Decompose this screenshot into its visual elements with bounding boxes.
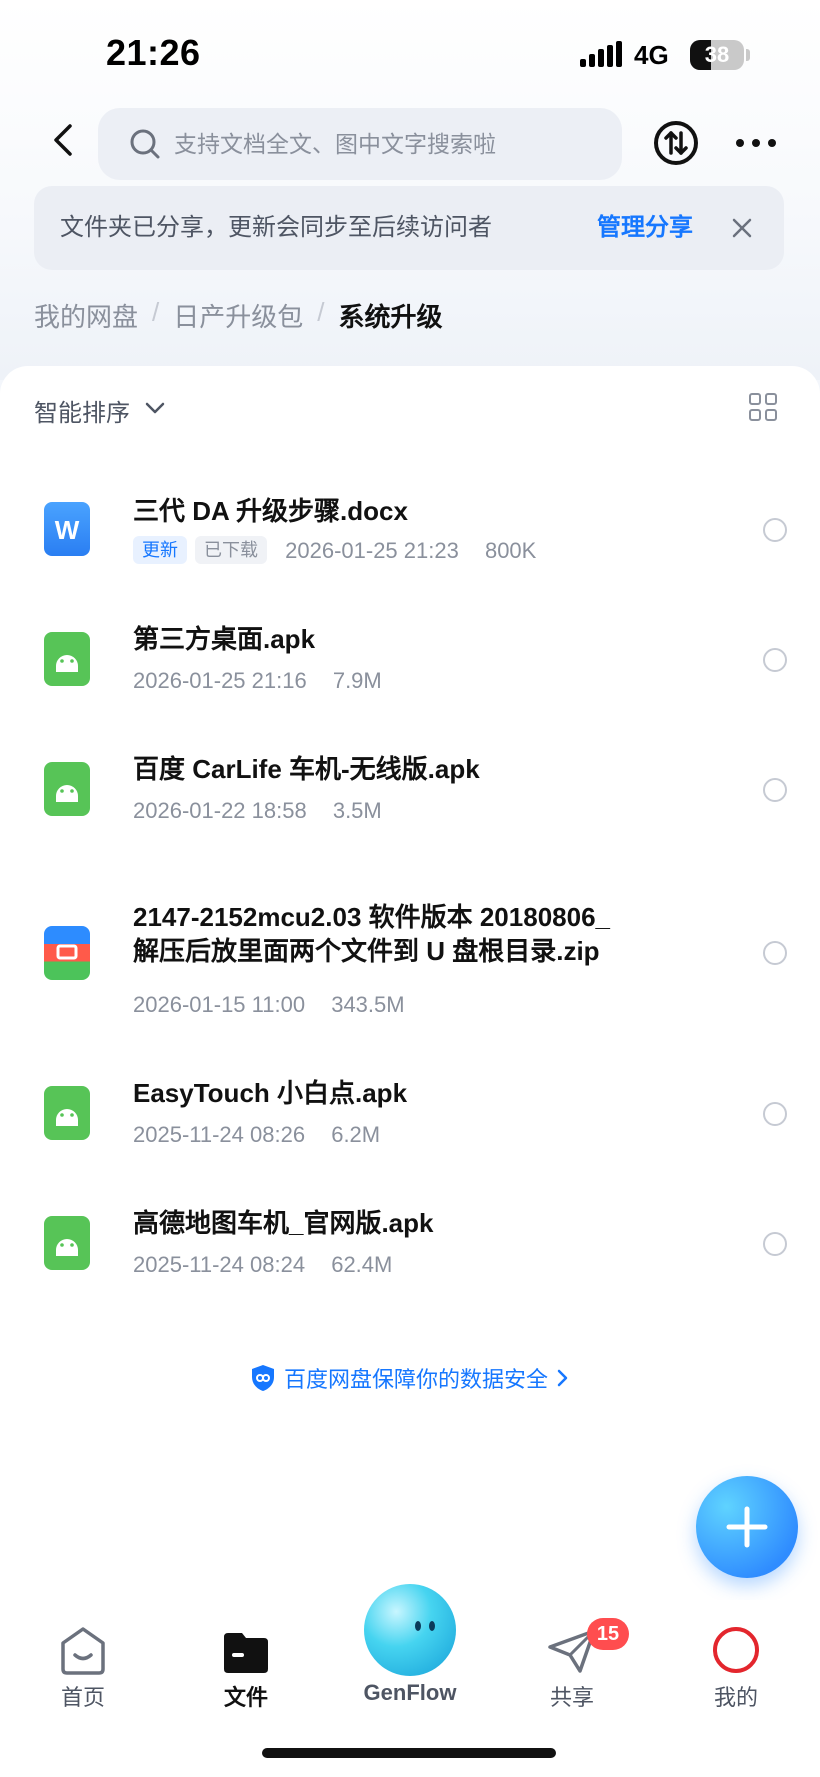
add-button[interactable] [696,1476,798,1578]
more-dot-icon [736,139,744,147]
breadcrumb-separator: / [152,297,160,327]
tab-files[interactable]: 文件 [186,1680,306,1712]
chevron-down-icon[interactable] [144,400,166,416]
share-banner-text: 文件夹已分享，更新会同步至后续访问者 [60,214,492,241]
breadcrumb: 我的网盘 / 日产升级包 / 系统升级 [34,297,443,334]
apk-file-icon [44,1086,90,1140]
more-dot-icon [768,139,776,147]
file-row[interactable]: 2147-2152mcu2.03 软件版本 20180806_ 解压后放里面两个… [0,880,820,1040]
notification-badge: 15 [587,1618,629,1650]
file-name: 高德地图车机_官网版.apk [133,1208,434,1238]
tab-genflow[interactable]: GenFlow [350,1680,470,1706]
file-meta: 更新 已下载 2026-01-25 21:23 800K [133,536,536,564]
select-checkbox[interactable] [763,518,787,542]
file-meta: 2026-01-25 21:16 7.9M [133,668,382,694]
apk-file-icon [44,632,90,686]
network-type: 4G [634,40,669,70]
chevron-right-icon [557,1369,568,1387]
breadcrumb-separator: / [317,297,325,327]
file-size: 343.5M [331,992,405,1017]
file-row[interactable]: W 三代 DA 升级步骤.docx 更新 已下载 2026-01-25 21:23… [0,470,820,590]
search-icon [130,129,160,159]
file-size: 800K [484,538,537,563]
select-checkbox[interactable] [763,648,787,672]
file-date: 2026-01-22 18:58 [133,798,307,823]
select-checkbox[interactable] [763,1232,787,1256]
folder-icon[interactable] [196,1625,296,1675]
transfer-list-button[interactable] [653,120,699,166]
file-row[interactable]: EasyTouch 小白点.apk 2025-11-24 08:26 6.2M [0,1054,820,1174]
zip-file-icon [44,926,90,980]
data-safety-text: 百度网盘保障你的数据安全 [283,1367,548,1392]
file-row[interactable]: 高德地图车机_官网版.apk 2025-11-24 08:24 62.4M [0,1184,820,1304]
more-dot-icon [752,139,760,147]
select-checkbox[interactable] [763,941,787,965]
file-date: 2025-11-24 08:26 [133,1122,306,1147]
svg-text:W: W [55,515,80,545]
file-name: 三代 DA 升级步骤.docx [133,496,408,526]
search-input[interactable]: 支持文档全文、图中文字搜索啦 [98,108,622,180]
sort-dropdown[interactable]: 智能排序 [34,393,130,428]
select-checkbox[interactable] [763,778,787,802]
apk-file-icon [44,762,90,816]
file-name-line-2: 解压后放里面两个文件到 U 盘根目录.zip [133,936,600,966]
file-name: 第三方桌面.apk [133,624,316,654]
battery-icon: 38 [690,40,744,70]
breadcrumb-item-folder[interactable]: 日产升级包 [173,297,303,334]
grid-view-icon[interactable] [749,393,779,423]
select-checkbox[interactable] [763,1102,787,1126]
downloaded-badge: 已下载 [195,536,267,564]
file-name: 百度 CarLife 车机-无线版.apk [133,754,480,784]
file-meta: 2026-01-22 18:58 3.5M [133,798,382,824]
profile-icon[interactable] [686,1625,786,1675]
file-date: 2026-01-25 21:16 [133,668,307,693]
battery-level: 38 [704,42,730,67]
battery-tip [746,49,750,61]
file-date: 2026-01-25 21:23 [285,538,459,563]
manage-share-link[interactable]: 管理分享 [597,186,693,270]
apk-file-icon [44,1216,90,1270]
breadcrumb-item-current: 系统升级 [338,302,443,332]
genflow-orb[interactable] [364,1584,456,1676]
status-time: 21:26 [106,32,201,73]
tab-share[interactable]: 共享 [512,1680,632,1712]
file-name-line-1: 2147-2152mcu2.03 软件版本 20180806_ [133,902,610,932]
file-meta: 2026-01-15 11:00 343.5M [133,992,405,1018]
genflow-face-icon [415,1621,435,1631]
plus-icon [726,1506,768,1548]
file-row[interactable]: 百度 CarLife 车机-无线版.apk 2026-01-22 18:58 3… [0,730,820,850]
back-button[interactable] [44,120,84,160]
tab-home[interactable]: 首页 [23,1680,143,1712]
file-size: 6.2M [331,1122,381,1147]
breadcrumb-item-my-drive[interactable]: 我的网盘 [34,297,138,334]
shield-icon [251,1365,274,1391]
more-options-button[interactable] [734,128,778,158]
close-icon[interactable] [728,214,756,242]
tab-me[interactable]: 我的 [676,1680,796,1712]
updated-badge: 更新 [133,536,187,564]
home-icon[interactable] [33,1625,133,1675]
file-meta: 2025-11-24 08:24 62.4M [133,1252,392,1278]
home-indicator [262,1748,556,1758]
file-date: 2025-11-24 08:24 [133,1252,306,1277]
search-placeholder: 支持文档全文、图中文字搜索啦 [174,131,496,157]
file-size: 7.9M [332,668,382,693]
file-name: EasyTouch 小白点.apk [133,1078,408,1108]
data-safety-link[interactable]: 百度网盘保障你的数据安全 [0,1362,820,1398]
word-file-icon: W [44,502,90,556]
file-date: 2026-01-15 11:00 [133,992,306,1017]
file-meta: 2025-11-24 08:26 6.2M [133,1122,380,1148]
file-size: 62.4M [331,1252,393,1277]
file-size: 3.5M [332,798,382,823]
share-banner: 文件夹已分享，更新会同步至后续访问者 管理分享 [34,186,784,270]
signal-icon [580,41,622,67]
file-row[interactable]: 第三方桌面.apk 2026-01-25 21:16 7.9M [0,600,820,720]
